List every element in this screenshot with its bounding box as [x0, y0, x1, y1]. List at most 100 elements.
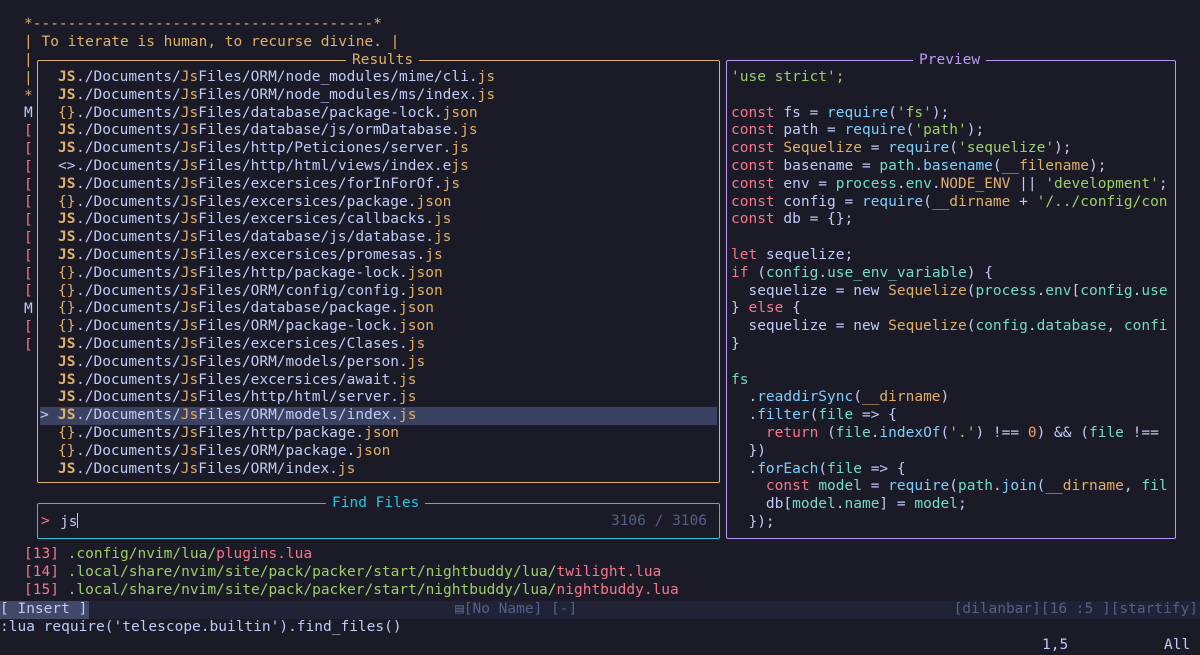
result-item[interactable]: JS./Documents/JsFiles/excersices/forInFo…	[40, 176, 717, 194]
result-match: Js	[180, 69, 199, 85]
result-item[interactable]: {}./Documents/JsFiles/ORM/config/config.…	[40, 283, 717, 301]
code-token: .	[992, 478, 1002, 495]
code-token: sequelize = new	[731, 318, 889, 335]
code-token: fil	[1141, 478, 1168, 495]
code-token: file	[1088, 424, 1124, 441]
result-item[interactable]: JS./Documents/JsFiles/http/Peticiones/se…	[40, 140, 717, 158]
code-token: }	[731, 300, 749, 317]
json-file-icon: {}	[58, 424, 76, 441]
recent-file-name: plugins.lua	[216, 546, 313, 562]
code-token: require	[827, 104, 889, 121]
code-token: forEach	[757, 460, 819, 477]
code-token: process	[835, 175, 897, 192]
result-extension-match: js	[451, 140, 469, 157]
code-token: }	[731, 335, 740, 352]
result-item[interactable]: {}./Documents/JsFiles/http/package.json	[40, 425, 717, 443]
recent-file-item[interactable]: [14] .local/share/nvim/site/pack/packer/…	[24, 564, 679, 582]
result-item[interactable]: {}./Documents/JsFiles/ORM/package-lock.j…	[40, 318, 717, 336]
code-token: model	[818, 478, 862, 495]
result-extension-match: json	[399, 318, 434, 335]
code-line: const basename = path.basename(__filenam…	[731, 158, 1175, 176]
result-item[interactable]: JS./Documents/JsFiles/excersices/promesa…	[40, 247, 717, 265]
cursor-position: 1,5	[1042, 637, 1069, 653]
result-path: Files/ORM/node_modules/mime/cli.	[198, 69, 478, 85]
result-item[interactable]: JS./Documents/JsFiles/excersices/callbac…	[40, 211, 717, 229]
javascript-file-icon: JS	[58, 389, 76, 406]
code-token: .	[835, 496, 845, 513]
html-file-icon: <>	[58, 157, 76, 174]
result-item[interactable]: JS./Documents/JsFiles/ORM/node_modules/m…	[40, 87, 717, 105]
result-item[interactable]: JS./Documents/JsFiles/ORM/models/person.…	[40, 354, 717, 372]
search-input[interactable]: js	[60, 513, 79, 532]
result-path: ./Documents/	[76, 69, 181, 85]
result-item[interactable]: JS./Documents/JsFiles/ORM/node_modules/m…	[40, 69, 717, 87]
code-token: '/../config/con	[1036, 193, 1168, 210]
code-token: __dirname	[861, 389, 941, 406]
code-token: name	[844, 496, 880, 513]
code-token: =	[861, 478, 889, 495]
left-marker: M	[24, 105, 33, 122]
code-token: (	[757, 264, 766, 281]
recent-file-index: [14]	[24, 563, 59, 580]
code-token: require	[888, 140, 950, 157]
code-token: db = {};	[783, 211, 854, 228]
code-token: const	[731, 140, 784, 157]
result-item[interactable]: {}./Documents/JsFiles/excersices/package…	[40, 194, 717, 212]
code-token: Sequelize	[783, 140, 862, 157]
result-match: Js	[180, 300, 199, 317]
json-file-icon: {}	[58, 193, 76, 210]
recent-file-item[interactable]: [15] .local/share/nvim/site/pack/packer/…	[24, 582, 679, 600]
code-token: const	[731, 193, 784, 210]
code-token: .	[731, 407, 758, 424]
result-match: Js	[180, 407, 199, 424]
result-item[interactable]: JS./Documents/JsFiles/excersices/Clases.…	[40, 336, 717, 354]
result-extension-match: json	[364, 424, 400, 441]
code-token: NODE_ENV	[940, 175, 1011, 192]
result-item[interactable]: <>./Documents/JsFiles/http/html/views/in…	[40, 158, 717, 176]
code-line: const env = process.env.NODE_ENV || 'dev…	[731, 176, 1175, 194]
code-line: .filter(file => {	[731, 407, 1175, 425]
code-token: => {	[861, 460, 906, 477]
code-token: +	[1010, 193, 1037, 210]
code-token: (	[923, 193, 932, 210]
code-token: ;	[958, 496, 967, 513]
json-file-icon: {}	[58, 282, 76, 299]
code-token: env	[905, 175, 932, 192]
left-marker: [	[24, 212, 33, 229]
code-token: ;	[1158, 175, 1168, 192]
result-item[interactable]: {}./Documents/JsFiles/ORM/package.json	[40, 443, 717, 461]
result-item[interactable]: > JS./Documents/JsFiles/ORM/models/index.…	[40, 407, 717, 425]
result-path: Files/http/Peticiones/server.	[198, 140, 452, 157]
result-item[interactable]: JS./Documents/JsFiles/ORM/index.js	[40, 461, 717, 479]
code-line: const Sequelize = require('sequelize');	[731, 140, 1175, 158]
result-item[interactable]: JS./Documents/JsFiles/database/js/ormDat…	[40, 122, 717, 140]
result-match: Js	[180, 175, 199, 192]
left-marker: [	[24, 158, 33, 175]
code-token: [	[1071, 282, 1081, 299]
result-item[interactable]: JS./Documents/JsFiles/http/html/server.j…	[40, 389, 717, 407]
code-token: path =	[783, 122, 845, 139]
code-token: (	[827, 424, 836, 441]
code-token: readdirSync	[757, 389, 854, 406]
result-item[interactable]: JS./Documents/JsFiles/excersices/await.j…	[40, 372, 717, 390]
result-item[interactable]: {}./Documents/JsFiles/database/package-l…	[40, 105, 717, 123]
code-token: config	[975, 318, 1028, 335]
results-panel: Results JS./Documents/JsFiles/ORM/node_m…	[37, 51, 720, 483]
recent-file-item[interactable]: [13] .config/nvim/lua/plugins.lua	[24, 546, 679, 564]
result-extension-match: js	[337, 460, 356, 477]
code-token: {	[792, 300, 801, 317]
selection-caret: >	[40, 407, 49, 424]
result-extension-match: js	[399, 371, 417, 388]
code-line: const path = require('path');	[731, 122, 1175, 140]
result-item[interactable]: {}./Documents/JsFiles/http/package-lock.…	[40, 265, 717, 283]
code-token: .	[818, 264, 828, 281]
result-item[interactable]: {}./Documents/JsFiles/database/package.j…	[40, 300, 717, 318]
code-token: if	[731, 264, 758, 281]
code-token: )	[940, 389, 950, 406]
result-path: Files/excersices/Clases.	[198, 335, 408, 352]
command-line[interactable]: :lua require('telescope.builtin').find_f…	[0, 619, 402, 637]
code-token: const	[731, 157, 784, 174]
result-match: Js	[180, 424, 199, 441]
result-item[interactable]: JS./Documents/JsFiles/database/js/databa…	[40, 229, 717, 247]
result-extension-match: json	[442, 104, 478, 121]
